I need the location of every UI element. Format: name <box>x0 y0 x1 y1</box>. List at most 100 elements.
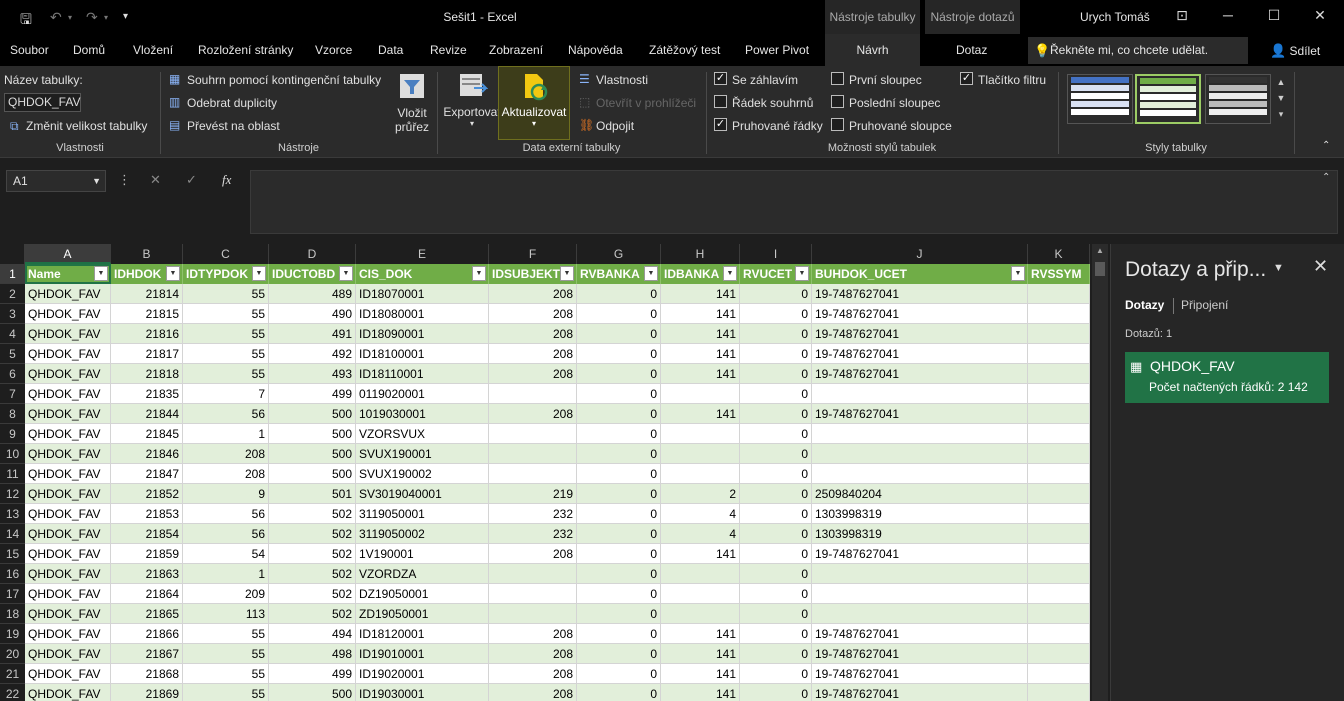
cell-i[interactable]: 0 <box>740 544 812 564</box>
cell-d[interactable]: 500 <box>269 464 356 484</box>
row-header[interactable]: 4 <box>0 324 25 344</box>
cell-d[interactable]: 493 <box>269 364 356 384</box>
pivot-summary-button[interactable]: Souhrn pomocí kontingenční tabulky <box>187 73 381 87</box>
cell-b[interactable]: 21847 <box>111 464 183 484</box>
last-column-checkbox[interactable] <box>831 95 844 108</box>
tab-zobrazeni[interactable]: Zobrazení <box>489 43 543 57</box>
row-header[interactable]: 13 <box>0 504 25 524</box>
cell-k[interactable] <box>1028 424 1090 444</box>
cell-f[interactable]: 208 <box>489 544 577 564</box>
cell-f[interactable]: 208 <box>489 364 577 384</box>
cell-k[interactable] <box>1028 464 1090 484</box>
row-header[interactable]: 7 <box>0 384 25 404</box>
cell-c[interactable]: 55 <box>183 344 269 364</box>
cell-d[interactable]: 492 <box>269 344 356 364</box>
chevron-down-icon[interactable]: ▼ <box>1274 90 1288 106</box>
cell-i[interactable]: 0 <box>740 584 812 604</box>
restore-icon[interactable]: ☐ <box>1264 7 1284 24</box>
cell-c[interactable]: 55 <box>183 364 269 384</box>
resize-table-button[interactable]: Změnit velikost tabulky <box>26 119 147 133</box>
cell-d[interactable]: 499 <box>269 664 356 684</box>
cell-i[interactable]: 0 <box>740 344 812 364</box>
filter-dropdown-icon[interactable]: ▼ <box>723 266 737 281</box>
formula-input[interactable] <box>250 170 1338 234</box>
cell-c[interactable]: 208 <box>183 444 269 464</box>
cell-g[interactable]: 0 <box>577 564 661 584</box>
cell-a[interactable]: QHDOK_FAV <box>25 604 111 624</box>
cell-j[interactable]: 1303998319 <box>812 504 1028 524</box>
cell-j[interactable]: 2509840204 <box>812 484 1028 504</box>
cell-i[interactable]: 0 <box>740 484 812 504</box>
cell-a[interactable]: QHDOK_FAV <box>25 324 111 344</box>
cell-i[interactable]: 0 <box>740 444 812 464</box>
cell-h[interactable]: 141 <box>661 364 740 384</box>
cell-g[interactable]: 0 <box>577 444 661 464</box>
remove-duplicates-button[interactable]: Odebrat duplicity <box>187 96 277 110</box>
cell-f[interactable]: 208 <box>489 644 577 664</box>
cell-b[interactable]: 21852 <box>111 484 183 504</box>
cell-a[interactable]: QHDOK_FAV <box>25 644 111 664</box>
row-header[interactable]: 5 <box>0 344 25 364</box>
cell-i[interactable]: 0 <box>740 404 812 424</box>
cell-i[interactable]: 0 <box>740 384 812 404</box>
filter-dropdown-icon[interactable]: ▼ <box>1011 266 1025 281</box>
cell-e[interactable]: SV3019040001 <box>356 484 489 504</box>
cell-h[interactable]: 141 <box>661 644 740 664</box>
tab-vzorce[interactable]: Vzorce <box>315 43 352 57</box>
first-column-checkbox[interactable] <box>831 72 844 85</box>
convert-to-range-button[interactable]: Převést na oblast <box>187 119 280 133</box>
cell-g[interactable]: 0 <box>577 584 661 604</box>
tab-navrh[interactable]: Návrh <box>825 34 920 66</box>
cell-k[interactable] <box>1028 384 1090 404</box>
cell-c[interactable]: 208 <box>183 464 269 484</box>
select-all-corner[interactable] <box>0 244 25 264</box>
cell-g[interactable]: 0 <box>577 364 661 384</box>
cell-c[interactable]: 7 <box>183 384 269 404</box>
cell-h[interactable]: 141 <box>661 304 740 324</box>
row-header[interactable]: 19 <box>0 624 25 644</box>
cell-d[interactable]: 500 <box>269 684 356 701</box>
cell-c[interactable]: 56 <box>183 404 269 424</box>
cell-b[interactable]: 21846 <box>111 444 183 464</box>
cell-h[interactable] <box>661 604 740 624</box>
filter-dropdown-icon[interactable]: ▼ <box>795 266 809 281</box>
cell-d[interactable]: 500 <box>269 444 356 464</box>
tab-power-pivot[interactable]: Power Pivot <box>745 43 809 57</box>
cell-j[interactable]: 19-7487627041 <box>812 544 1028 564</box>
cell-b[interactable]: 21845 <box>111 424 183 444</box>
tab-vlozeni[interactable]: Vložení <box>133 43 173 57</box>
cell-c[interactable]: 55 <box>183 684 269 701</box>
properties-button[interactable]: Vlastnosti <box>596 73 648 87</box>
column-header-cell[interactable]: RVUCET ▼ <box>740 264 812 284</box>
cell-a[interactable]: QHDOK_FAV <box>25 464 111 484</box>
cell-g[interactable]: 0 <box>577 464 661 484</box>
cell-g[interactable]: 0 <box>577 624 661 644</box>
refresh-button[interactable]: Aktualizovat ▾ <box>498 66 570 140</box>
cancel-icon[interactable]: ✕ <box>150 172 161 188</box>
cell-c[interactable]: 113 <box>183 604 269 624</box>
cell-d[interactable]: 490 <box>269 304 356 324</box>
column-header-cell[interactable]: Name ▼ <box>25 264 111 284</box>
cell-j[interactable]: 19-7487627041 <box>812 404 1028 424</box>
cell-i[interactable]: 0 <box>740 644 812 664</box>
tab-rozlozeni[interactable]: Rozložení stránky <box>198 43 293 57</box>
cell-h[interactable] <box>661 444 740 464</box>
cell-g[interactable]: 0 <box>577 404 661 424</box>
column-header-e[interactable]: E <box>356 244 489 264</box>
row-header[interactable]: 22 <box>0 684 25 701</box>
cell-b[interactable]: 21844 <box>111 404 183 424</box>
cell-f[interactable]: 208 <box>489 324 577 344</box>
cell-d[interactable]: 500 <box>269 404 356 424</box>
cell-f[interactable]: 208 <box>489 684 577 701</box>
cell-c[interactable]: 9 <box>183 484 269 504</box>
cell-i[interactable]: 0 <box>740 324 812 344</box>
cell-a[interactable]: QHDOK_FAV <box>25 584 111 604</box>
cell-h[interactable] <box>661 384 740 404</box>
cell-c[interactable]: 55 <box>183 324 269 344</box>
scroll-thumb[interactable] <box>1095 262 1105 276</box>
column-header-cell[interactable]: IDTYPDOK ▼ <box>183 264 269 284</box>
column-header-cell[interactable]: RVSSYM <box>1028 264 1090 284</box>
cell-a[interactable]: QHDOK_FAV <box>25 284 111 304</box>
cell-d[interactable]: 502 <box>269 504 356 524</box>
cell-i[interactable]: 0 <box>740 624 812 644</box>
